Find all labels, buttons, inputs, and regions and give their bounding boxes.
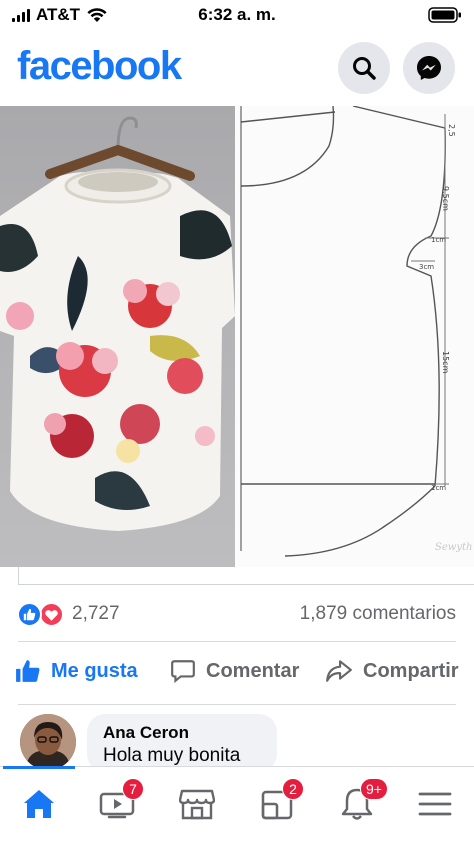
pattern-label: 2,5 <box>447 124 456 137</box>
pattern-label: 1cm <box>431 236 446 244</box>
comment-icon <box>171 660 195 684</box>
comment-item: Ana Ceron Hola muy bonita <box>0 712 474 772</box>
pattern-label: 3cm <box>419 263 434 271</box>
comment-author[interactable]: Ana Ceron <box>103 723 261 743</box>
nav-menu[interactable] <box>410 783 460 825</box>
nav-notifications[interactable]: 9+ <box>332 778 388 825</box>
blouse-photo <box>0 106 235 567</box>
comment-count[interactable]: 1,879 comentarios <box>300 603 456 625</box>
comment-bubble[interactable]: Ana Ceron Hola muy bonita <box>87 714 277 772</box>
like-reaction-icon <box>17 602 42 627</box>
marketplace-icon <box>179 789 215 820</box>
post-actions: Me gusta Comentar Compartir <box>0 650 474 696</box>
status-bar: AT&T 6:32 a. m. <box>0 0 474 32</box>
share-label: Compartir <box>363 659 459 682</box>
battery-icon <box>428 6 462 29</box>
like-button[interactable]: Me gusta <box>15 658 138 684</box>
notifications-badge: 9+ <box>360 778 388 800</box>
menu-icon <box>418 792 452 816</box>
like-icon <box>16 660 40 682</box>
search-icon <box>353 57 376 80</box>
divider <box>18 641 456 642</box>
watermark: Sewyth <box>435 542 472 553</box>
comment-label: Comentar <box>206 659 300 682</box>
app-header: facebook <box>0 32 474 106</box>
bottom-navigation: 7 2 9+ <box>0 766 474 841</box>
like-label: Me gusta <box>51 659 138 682</box>
pattern-label: 9,5cm <box>441 186 450 211</box>
share-button[interactable]: Compartir <box>325 658 459 684</box>
divider <box>18 704 456 705</box>
nav-home[interactable] <box>14 783 64 825</box>
sewing-pattern-drawing: 2,5 9,5cm 1cm 3cm 15cm 1cm Sewyth <box>235 106 474 567</box>
search-button[interactable] <box>338 42 390 94</box>
clock: 6:32 a. m. <box>198 5 276 24</box>
love-reaction-icon <box>39 602 64 627</box>
pattern-label: 15cm <box>441 351 450 374</box>
nav-watch[interactable]: 7 <box>92 778 144 825</box>
comment-button[interactable]: Comentar <box>170 658 299 684</box>
reactions-summary[interactable]: 2,727 1,879 comentarios <box>0 598 474 630</box>
facebook-logo[interactable]: facebook <box>17 44 182 89</box>
messenger-icon <box>417 56 441 80</box>
comment-text: Hola muy bonita <box>103 745 241 766</box>
nav-groups[interactable]: 2 <box>252 778 304 825</box>
reaction-count[interactable]: 2,727 <box>72 603 120 625</box>
post-image[interactable]: 2,5 9,5cm 1cm 3cm 15cm 1cm Sewyth <box>0 106 474 567</box>
share-icon <box>326 660 352 682</box>
active-tab-indicator <box>3 766 75 769</box>
groups-badge: 2 <box>282 778 304 800</box>
watch-badge: 7 <box>122 778 144 800</box>
post-divider <box>18 567 474 585</box>
avatar[interactable] <box>20 714 76 770</box>
home-icon <box>24 790 54 818</box>
reaction-icons <box>17 602 67 628</box>
pattern-label: 1cm <box>431 484 446 492</box>
nav-marketplace[interactable] <box>172 783 222 825</box>
messenger-button[interactable] <box>403 42 455 94</box>
